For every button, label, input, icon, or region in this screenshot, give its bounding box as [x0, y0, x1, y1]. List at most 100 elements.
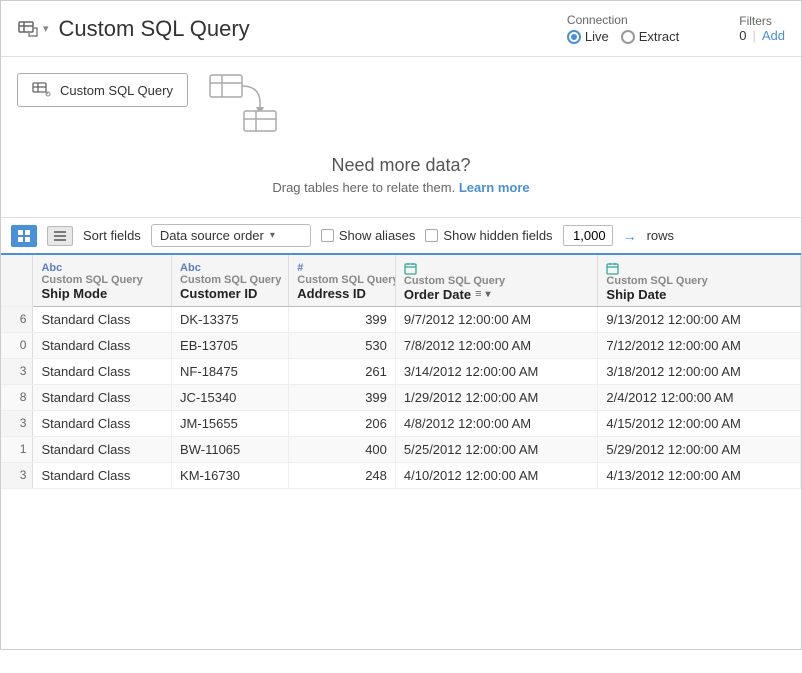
- table-row: 0 Standard Class EB-13705 530 7/8/2012 1…: [1, 332, 801, 358]
- sql-query-box[interactable]: Custom SQL Query: [17, 73, 188, 107]
- col-header-customer-id[interactable]: Abc Custom SQL Query Customer ID: [172, 255, 289, 306]
- sort-dropdown-arrow: ▾: [270, 230, 275, 241]
- extract-radio[interactable]: Extract: [621, 29, 679, 44]
- address-id-cell: 400: [289, 436, 396, 462]
- address-id-cell: 399: [289, 306, 396, 332]
- show-hidden-label: Show hidden fields: [443, 228, 552, 243]
- filters-section: Filters 0 | Add: [739, 14, 785, 43]
- row-num-cell: 6: [1, 306, 33, 332]
- order-date-cell: 7/8/2012 12:00:00 AM: [395, 332, 598, 358]
- need-more-subtitle: Drag tables here to relate them. Learn m…: [17, 180, 785, 195]
- filters-count: 0: [739, 28, 746, 43]
- customer-id-type-icon: Abc: [180, 262, 201, 274]
- sort-fields-select[interactable]: Data source order ▾: [151, 224, 311, 247]
- order-date-cell: 9/7/2012 12:00:00 AM: [395, 306, 598, 332]
- address-id-cell: 206: [289, 410, 396, 436]
- data-toolbar: Sort fields Data source order ▾ Show ali…: [1, 218, 801, 255]
- row-num-cell: 3: [1, 462, 33, 488]
- connection-label: Connection: [567, 13, 679, 27]
- order-date-col-name: Order Date ≡ ▾: [404, 287, 590, 302]
- table-body: 6 Standard Class DK-13375 399 9/7/2012 1…: [1, 306, 801, 488]
- customer-id-col-name: Customer ID: [180, 286, 280, 301]
- ship-date-cell: 4/13/2012 12:00:00 AM: [598, 462, 801, 488]
- sort-fields-value: Data source order: [160, 228, 264, 243]
- address-id-cell: 399: [289, 384, 396, 410]
- row-num-cell: 0: [1, 332, 33, 358]
- address-id-cell: 248: [289, 462, 396, 488]
- row-num-cell: 3: [1, 410, 33, 436]
- grid-view-button[interactable]: [11, 225, 37, 247]
- order-date-source: Custom SQL Query: [404, 275, 590, 287]
- table-row: 3 Standard Class KM-16730 248 4/10/2012 …: [1, 462, 801, 488]
- address-id-type-icon: #: [297, 262, 303, 274]
- connection-section: Connection Live Extract: [567, 13, 679, 44]
- rows-label: rows: [647, 228, 674, 243]
- order-date-cell: 1/29/2012 12:00:00 AM: [395, 384, 598, 410]
- col-header-ship-mode[interactable]: Abc Custom SQL Query Ship Mode: [33, 255, 172, 306]
- filters-label: Filters: [739, 14, 785, 28]
- table-row: 6 Standard Class DK-13375 399 9/7/2012 1…: [1, 306, 801, 332]
- header-left: ▾ Custom SQL Query: [17, 16, 567, 42]
- canvas-area: Custom SQL Query Need more data? Drag ta…: [1, 57, 801, 218]
- customer-id-cell: BW-11065: [172, 436, 289, 462]
- show-hidden-group[interactable]: Show hidden fields: [425, 228, 552, 243]
- ship-date-source: Custom SQL Query: [606, 275, 792, 287]
- sql-query-label: Custom SQL Query: [60, 83, 173, 98]
- customer-id-cell: EB-13705: [172, 332, 289, 358]
- customer-id-cell: JM-15655: [172, 410, 289, 436]
- page-title: Custom SQL Query: [59, 16, 250, 42]
- ship-mode-cell: Standard Class: [33, 436, 172, 462]
- customer-id-source: Custom SQL Query: [180, 274, 280, 286]
- ship-mode-cell: Standard Class: [33, 306, 172, 332]
- row-num-header: [1, 255, 33, 306]
- order-date-sort-icon: ≡: [475, 288, 481, 300]
- learn-more-link[interactable]: Learn more: [459, 180, 530, 195]
- col-header-ship-date[interactable]: Custom SQL Query Ship Date: [598, 255, 801, 306]
- rows-count-input[interactable]: 1,000: [563, 225, 613, 246]
- sort-fields-label: Sort fields: [83, 228, 141, 243]
- header: ▾ Custom SQL Query Connection Live Extra…: [1, 1, 801, 57]
- row-num-cell: 8: [1, 384, 33, 410]
- rows-arrow-icon[interactable]: →: [623, 228, 637, 244]
- col-header-address-id[interactable]: # Custom SQL Query Address ID: [289, 255, 396, 306]
- ship-date-cell: 5/29/2012 12:00:00 AM: [598, 436, 801, 462]
- order-date-cell: 4/8/2012 12:00:00 AM: [395, 410, 598, 436]
- ship-mode-source: Custom SQL Query: [41, 274, 163, 286]
- filters-divider: |: [752, 28, 755, 43]
- show-aliases-checkbox[interactable]: [321, 229, 334, 242]
- ship-date-cell: 9/13/2012 12:00:00 AM: [598, 306, 801, 332]
- ship-mode-cell: Standard Class: [33, 384, 172, 410]
- ship-mode-col-name: Ship Mode: [41, 286, 163, 301]
- ship-mode-cell: Standard Class: [33, 332, 172, 358]
- order-date-cell: 3/14/2012 12:00:00 AM: [395, 358, 598, 384]
- data-table: Abc Custom SQL Query Ship Mode Abc Custo…: [1, 255, 801, 489]
- show-aliases-group[interactable]: Show aliases: [321, 228, 416, 243]
- extract-radio-dot: [621, 30, 635, 44]
- show-hidden-checkbox[interactable]: [425, 229, 438, 242]
- need-more-title: Need more data?: [17, 155, 785, 176]
- datasource-icon[interactable]: ▾: [17, 18, 49, 40]
- ship-mode-cell: Standard Class: [33, 358, 172, 384]
- join-area: [208, 73, 298, 133]
- live-radio[interactable]: Live: [567, 29, 609, 44]
- address-id-col-name: Address ID: [297, 286, 387, 301]
- table-boxes-area: Custom SQL Query: [17, 73, 785, 133]
- table-row: 1 Standard Class BW-11065 400 5/25/2012 …: [1, 436, 801, 462]
- data-table-container[interactable]: Abc Custom SQL Query Ship Mode Abc Custo…: [1, 255, 801, 673]
- list-view-button[interactable]: [47, 226, 73, 246]
- col-header-order-date[interactable]: Custom SQL Query Order Date ≡ ▾: [395, 255, 598, 306]
- add-filter-link[interactable]: Add: [762, 28, 785, 43]
- row-num-cell: 1: [1, 436, 33, 462]
- ship-mode-cell: Standard Class: [33, 410, 172, 436]
- ship-date-cell: 7/12/2012 12:00:00 AM: [598, 332, 801, 358]
- ship-date-col-name: Ship Date: [606, 287, 792, 302]
- ship-date-cell: 3/18/2012 12:00:00 AM: [598, 358, 801, 384]
- table-row: 8 Standard Class JC-15340 399 1/29/2012 …: [1, 384, 801, 410]
- customer-id-cell: DK-13375: [172, 306, 289, 332]
- order-date-dropdown-icon: ▾: [486, 289, 491, 300]
- ship-mode-cell: Standard Class: [33, 462, 172, 488]
- address-id-source: Custom SQL Query: [297, 274, 387, 286]
- ship-date-cell: 4/15/2012 12:00:00 AM: [598, 410, 801, 436]
- order-date-cell: 5/25/2012 12:00:00 AM: [395, 436, 598, 462]
- need-more-data-section: Need more data? Drag tables here to rela…: [17, 145, 785, 209]
